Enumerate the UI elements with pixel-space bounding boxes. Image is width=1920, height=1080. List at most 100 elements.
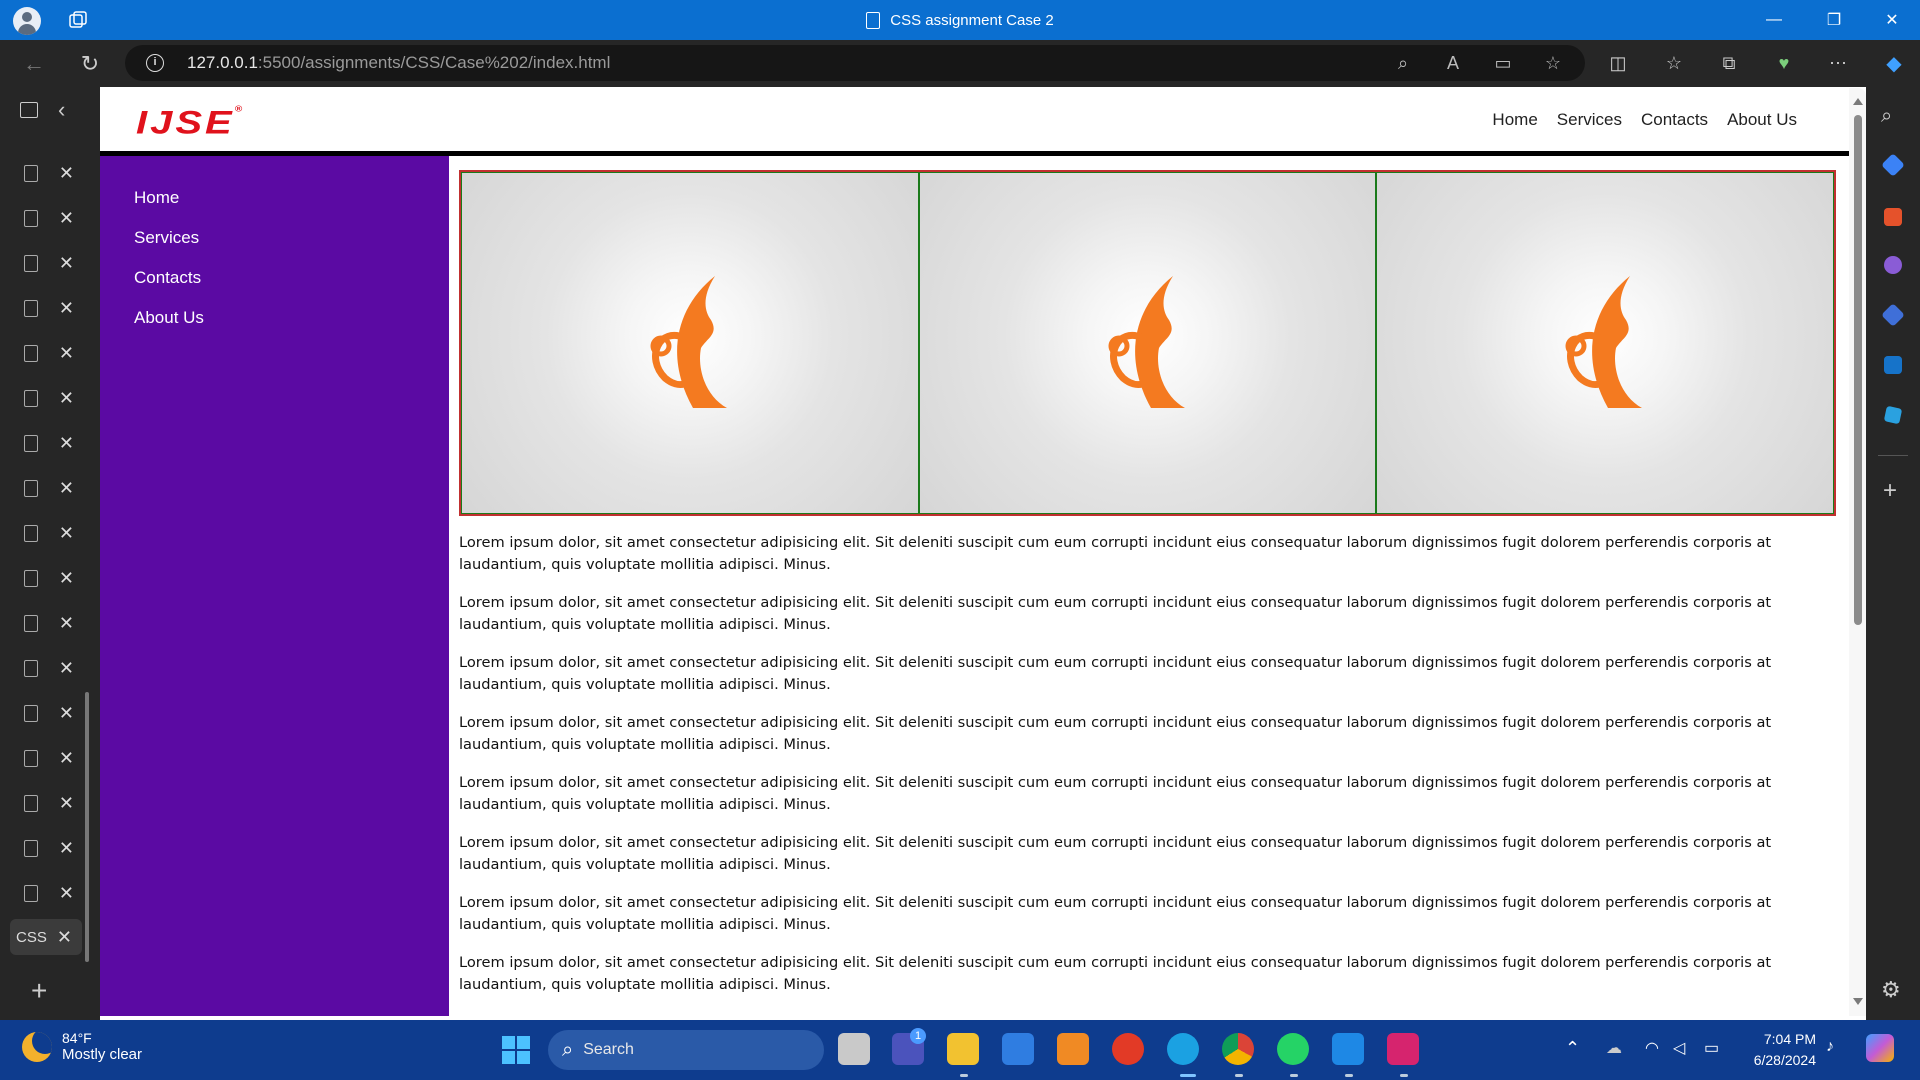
scroll-down-arrow-icon[interactable] — [1853, 998, 1863, 1005]
edge-browser-icon[interactable] — [1167, 1033, 1199, 1065]
tab-item[interactable]: ✕ — [14, 200, 84, 236]
zoom-icon[interactable]: ⌕ — [1383, 45, 1423, 81]
page-scrollbar[interactable] — [1849, 88, 1866, 1016]
restore-button[interactable]: ❐ — [1806, 0, 1862, 40]
tab-item[interactable]: ✕ — [14, 335, 84, 371]
copilot-icon[interactable]: ◆ — [1874, 40, 1914, 87]
search-icon[interactable]: ⌕ — [1881, 105, 1905, 129]
outlook-icon[interactable] — [1884, 356, 1902, 374]
sidenav-services[interactable]: Services — [134, 228, 199, 248]
close-tab-icon[interactable]: ✕ — [59, 793, 74, 814]
browser-essentials-icon[interactable]: ♥ — [1764, 40, 1804, 87]
volume-icon[interactable]: ◁ — [1673, 1038, 1685, 1058]
task-view-icon[interactable] — [838, 1033, 870, 1065]
taskbar-search[interactable]: ⌕ Search — [548, 1030, 824, 1070]
sidenav-about-us[interactable]: About Us — [134, 308, 204, 328]
more-menu-icon[interactable]: ⋯ — [1818, 40, 1858, 87]
close-tab-icon[interactable]: ✕ — [59, 343, 74, 364]
split-screen-icon[interactable]: ◫ — [1598, 40, 1638, 87]
tab-item[interactable]: ✕ — [14, 605, 84, 641]
immersive-reader-icon[interactable]: ▭ — [1483, 45, 1523, 81]
close-tab-icon[interactable]: ✕ — [59, 613, 74, 634]
battery-icon[interactable]: ▭ — [1704, 1038, 1719, 1058]
tab-item[interactable]: ✕ — [14, 695, 84, 731]
store-icon[interactable] — [1002, 1033, 1034, 1065]
games-icon[interactable] — [1884, 256, 1902, 274]
app-icon[interactable] — [1057, 1033, 1089, 1065]
drop-icon[interactable] — [1883, 405, 1903, 425]
sidenav-contacts[interactable]: Contacts — [134, 268, 201, 288]
close-tab-icon[interactable]: ✕ — [59, 568, 74, 589]
refresh-icon[interactable]: ↻ — [70, 40, 110, 87]
close-tab-icon[interactable]: ✕ — [59, 748, 74, 769]
tab-item[interactable]: ✕ — [14, 650, 84, 686]
close-tab-icon[interactable]: ✕ — [59, 163, 74, 184]
new-tab-icon[interactable]: + — [31, 975, 47, 1007]
tab-item[interactable]: ✕ — [14, 785, 84, 821]
copilot-taskbar-icon[interactable] — [1866, 1034, 1894, 1062]
topnav-about-us[interactable]: About Us — [1727, 110, 1797, 130]
close-tab-icon[interactable]: ✕ — [59, 883, 74, 904]
tab-item-active[interactable]: CSS ✕ — [10, 919, 82, 955]
url-text[interactable]: 127.0.0.1:5500/assignments/CSS/Case%202/… — [187, 45, 610, 81]
tools-icon[interactable] — [1884, 208, 1902, 226]
settings-gear-icon[interactable]: ⚙ — [1881, 977, 1901, 1003]
wps-office-icon[interactable] — [1112, 1033, 1144, 1065]
close-tab-icon[interactable]: ✕ — [59, 658, 74, 679]
minimize-button[interactable]: — — [1746, 0, 1802, 40]
site-info-icon[interactable]: i — [146, 54, 164, 72]
onedrive-icon[interactable]: ☁ — [1606, 1038, 1622, 1058]
tab-item[interactable]: ✕ — [14, 830, 84, 866]
close-tab-icon[interactable]: ✕ — [59, 433, 74, 454]
favorites-icon[interactable]: ☆ — [1654, 40, 1694, 87]
tab-item[interactable]: ✕ — [14, 155, 84, 191]
collections-icon[interactable]: ⧉ — [1709, 40, 1749, 87]
close-tab-icon[interactable]: ✕ — [59, 388, 74, 409]
file-explorer-icon[interactable] — [947, 1033, 979, 1065]
weather-widget[interactable]: 84°F Mostly clear — [22, 1030, 142, 1063]
close-tab-icon[interactable]: ✕ — [59, 253, 74, 274]
close-tab-icon[interactable]: ✕ — [59, 208, 74, 229]
wifi-icon[interactable]: ◠ — [1645, 1038, 1659, 1058]
sidenav-home[interactable]: Home — [134, 188, 179, 208]
close-tab-icon[interactable]: ✕ — [59, 478, 74, 499]
tab-item[interactable]: ✕ — [14, 425, 84, 461]
whatsapp-icon[interactable] — [1277, 1033, 1309, 1065]
back-icon[interactable]: ← — [14, 40, 54, 87]
scroll-up-arrow-icon[interactable] — [1853, 98, 1863, 105]
close-tab-icon[interactable]: ✕ — [59, 298, 74, 319]
favorite-star-icon[interactable]: ☆ — [1533, 45, 1573, 81]
tab-item[interactable]: ✕ — [14, 380, 84, 416]
scroll-thumb[interactable] — [1854, 115, 1862, 625]
shopping-tag-icon[interactable] — [1881, 153, 1905, 177]
site-logo[interactable]: IJSE® — [136, 105, 245, 142]
topnav-services[interactable]: Services — [1557, 110, 1622, 130]
tab-item[interactable]: ✕ — [14, 875, 84, 911]
intellij-icon[interactable] — [1387, 1033, 1419, 1065]
tab-actions-icon[interactable] — [20, 102, 38, 118]
address-bar[interactable]: i 127.0.0.1:5500/assignments/CSS/Case%20… — [125, 45, 1585, 81]
tab-item[interactable]: ✕ — [14, 470, 84, 506]
tab-item[interactable]: ✕ — [14, 290, 84, 326]
close-button[interactable]: ✕ — [1864, 0, 1920, 40]
chevron-up-icon[interactable]: ⌃ — [1565, 1038, 1580, 1059]
tab-item[interactable]: ✕ — [14, 515, 84, 551]
notification-bell-icon[interactable]: ♪ — [1826, 1038, 1834, 1056]
topnav-contacts[interactable]: Contacts — [1641, 110, 1708, 130]
close-tab-icon[interactable]: ✕ — [59, 838, 74, 859]
read-aloud-icon[interactable]: A — [1433, 45, 1473, 81]
tab-item[interactable]: ✕ — [14, 740, 84, 776]
tabs-scrollbar[interactable] — [85, 692, 89, 962]
close-tab-icon[interactable]: ✕ — [59, 703, 74, 724]
close-tab-icon[interactable]: ✕ — [57, 927, 72, 948]
system-clock[interactable]: 7:04 PM 6/28/2024 — [1744, 1029, 1816, 1071]
add-sidebar-app-icon[interactable]: + — [1883, 477, 1897, 505]
chrome-icon[interactable] — [1222, 1033, 1254, 1065]
vscode-icon[interactable] — [1332, 1033, 1364, 1065]
start-windows-icon[interactable] — [502, 1036, 530, 1064]
tab-item[interactable]: ✕ — [14, 560, 84, 596]
microsoft365-icon[interactable] — [1881, 303, 1905, 327]
tab-item[interactable]: ✕ — [14, 245, 84, 281]
close-tab-icon[interactable]: ✕ — [59, 523, 74, 544]
collapse-panel-icon[interactable]: ‹ — [58, 97, 65, 123]
